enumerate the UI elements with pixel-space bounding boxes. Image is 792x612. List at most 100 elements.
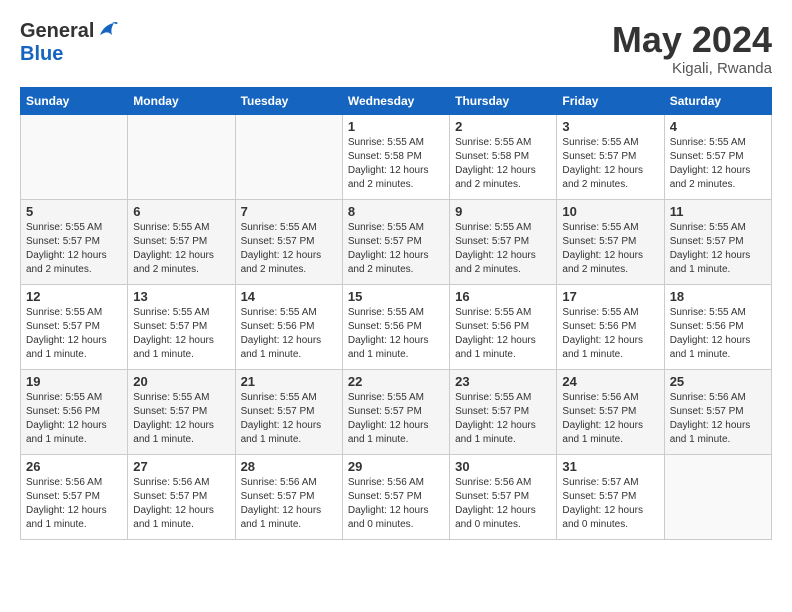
calendar-cell xyxy=(664,454,771,539)
calendar-cell: 20Sunrise: 5:55 AMSunset: 5:57 PMDayligh… xyxy=(128,369,235,454)
day-info: Sunrise: 5:55 AMSunset: 5:57 PMDaylight:… xyxy=(562,136,658,192)
calendar-cell: 7 Sunrise: 5:55 AMSunset: 5:57 PMDaylight… xyxy=(235,199,342,284)
day-number: 14 xyxy=(241,289,337,304)
col-saturday: Saturday xyxy=(664,87,771,114)
day-info: Sunrise: 5:55 AMSunset: 5:57 PMDaylight:… xyxy=(133,221,229,277)
calendar-cell: 21 Sunrise: 5:55 AMSunset: 5:57 PMDayligh… xyxy=(235,369,342,454)
day-number: 10 xyxy=(562,204,658,219)
day-info: Sunrise: 5:56 AMSunset: 5:57 PMDaylight:… xyxy=(455,476,551,532)
calendar-cell: 13Sunrise: 5:55 AMSunset: 5:57 PMDayligh… xyxy=(128,284,235,369)
month-title: May 2024 xyxy=(612,20,772,60)
calendar-header-row: Sunday Monday Tuesday Wednesday Thursday… xyxy=(21,87,772,114)
logo-general-text: General xyxy=(20,20,94,43)
day-info: Sunrise: 5:55 AMSunset: 5:56 PMDaylight:… xyxy=(670,306,766,362)
day-number: 5 xyxy=(26,204,122,219)
day-info: Sunrise: 5:55 AMSunset: 5:57 PMDaylight:… xyxy=(348,391,444,447)
col-friday: Friday xyxy=(557,87,664,114)
col-wednesday: Wednesday xyxy=(342,87,449,114)
day-number: 6 xyxy=(133,204,229,219)
day-info: Sunrise: 5:55 AMSunset: 5:57 PMDaylight:… xyxy=(670,221,766,277)
calendar-table: Sunday Monday Tuesday Wednesday Thursday… xyxy=(20,87,772,540)
day-number: 22 xyxy=(348,374,444,389)
calendar-cell: 17 Sunrise: 5:55 AMSunset: 5:56 PMDayligh… xyxy=(557,284,664,369)
calendar-week-3: 12Sunrise: 5:55 AMSunset: 5:57 PMDayligh… xyxy=(21,284,772,369)
day-info: Sunrise: 5:55 AMSunset: 5:57 PMDaylight:… xyxy=(670,136,766,192)
calendar-cell: 19Sunrise: 5:55 AMSunset: 5:56 PMDayligh… xyxy=(21,369,128,454)
calendar-cell xyxy=(235,114,342,199)
calendar-cell: 8 Sunrise: 5:55 AMSunset: 5:57 PMDaylight… xyxy=(342,199,449,284)
col-thursday: Thursday xyxy=(450,87,557,114)
calendar-week-2: 5 Sunrise: 5:55 AMSunset: 5:57 PMDaylight… xyxy=(21,199,772,284)
calendar-cell: 30 Sunrise: 5:56 AMSunset: 5:57 PMDayligh… xyxy=(450,454,557,539)
day-info: Sunrise: 5:55 AMSunset: 5:57 PMDaylight:… xyxy=(562,221,658,277)
calendar-cell: 9 Sunrise: 5:55 AMSunset: 5:57 PMDaylight… xyxy=(450,199,557,284)
day-info: Sunrise: 5:55 AMSunset: 5:56 PMDaylight:… xyxy=(455,306,551,362)
day-info: Sunrise: 5:57 AMSunset: 5:57 PMDaylight:… xyxy=(562,476,658,532)
logo-bird-icon xyxy=(96,21,118,39)
day-number: 3 xyxy=(562,119,658,134)
day-info: Sunrise: 5:56 AMSunset: 5:57 PMDaylight:… xyxy=(670,391,766,447)
day-number: 21 xyxy=(241,374,337,389)
col-sunday: Sunday xyxy=(21,87,128,114)
day-info: Sunrise: 5:55 AMSunset: 5:57 PMDaylight:… xyxy=(348,221,444,277)
day-info: Sunrise: 5:55 AMSunset: 5:56 PMDaylight:… xyxy=(241,306,337,362)
day-info: Sunrise: 5:56 AMSunset: 5:57 PMDaylight:… xyxy=(26,476,122,532)
day-number: 31 xyxy=(562,459,658,474)
day-info: Sunrise: 5:55 AMSunset: 5:56 PMDaylight:… xyxy=(348,306,444,362)
day-number: 4 xyxy=(670,119,766,134)
day-info: Sunrise: 5:55 AMSunset: 5:57 PMDaylight:… xyxy=(241,221,337,277)
day-number: 17 xyxy=(562,289,658,304)
calendar-cell: 15 Sunrise: 5:55 AMSunset: 5:56 PMDayligh… xyxy=(342,284,449,369)
calendar-cell: 16 Sunrise: 5:55 AMSunset: 5:56 PMDayligh… xyxy=(450,284,557,369)
day-number: 28 xyxy=(241,459,337,474)
calendar-week-4: 19Sunrise: 5:55 AMSunset: 5:56 PMDayligh… xyxy=(21,369,772,454)
calendar-cell: 1 Sunrise: 5:55 AMSunset: 5:58 PMDaylight… xyxy=(342,114,449,199)
calendar-cell: 24 Sunrise: 5:56 AMSunset: 5:57 PMDayligh… xyxy=(557,369,664,454)
calendar-cell: 5 Sunrise: 5:55 AMSunset: 5:57 PMDaylight… xyxy=(21,199,128,284)
calendar-cell: 12Sunrise: 5:55 AMSunset: 5:57 PMDayligh… xyxy=(21,284,128,369)
logo-blue-text: Blue xyxy=(20,43,63,65)
day-number: 30 xyxy=(455,459,551,474)
day-info: Sunrise: 5:55 AMSunset: 5:57 PMDaylight:… xyxy=(455,391,551,447)
calendar-cell: 14 Sunrise: 5:55 AMSunset: 5:56 PMDayligh… xyxy=(235,284,342,369)
calendar-cell: 2Sunrise: 5:55 AMSunset: 5:58 PMDaylight… xyxy=(450,114,557,199)
day-number: 18 xyxy=(670,289,766,304)
col-monday: Monday xyxy=(128,87,235,114)
day-info: Sunrise: 5:55 AMSunset: 5:57 PMDaylight:… xyxy=(26,306,122,362)
day-number: 27 xyxy=(133,459,229,474)
day-info: Sunrise: 5:55 AMSunset: 5:57 PMDaylight:… xyxy=(26,221,122,277)
day-number: 11 xyxy=(670,204,766,219)
day-info: Sunrise: 5:56 AMSunset: 5:57 PMDaylight:… xyxy=(241,476,337,532)
col-tuesday: Tuesday xyxy=(235,87,342,114)
location: Kigali, Rwanda xyxy=(612,60,772,77)
day-info: Sunrise: 5:56 AMSunset: 5:57 PMDaylight:… xyxy=(133,476,229,532)
day-number: 7 xyxy=(241,204,337,219)
calendar-cell: 11 Sunrise: 5:55 AMSunset: 5:57 PMDayligh… xyxy=(664,199,771,284)
day-info: Sunrise: 5:55 AMSunset: 5:57 PMDaylight:… xyxy=(241,391,337,447)
calendar-cell: 25 Sunrise: 5:56 AMSunset: 5:57 PMDayligh… xyxy=(664,369,771,454)
day-number: 15 xyxy=(348,289,444,304)
day-info: Sunrise: 5:56 AMSunset: 5:57 PMDaylight:… xyxy=(562,391,658,447)
day-number: 2 xyxy=(455,119,551,134)
calendar-cell xyxy=(21,114,128,199)
calendar-cell: 27 Sunrise: 5:56 AMSunset: 5:57 PMDayligh… xyxy=(128,454,235,539)
page-header: General Blue May 2024 Kigali, Rwanda xyxy=(20,20,772,77)
calendar-cell xyxy=(128,114,235,199)
day-number: 25 xyxy=(670,374,766,389)
calendar-cell: 18 Sunrise: 5:55 AMSunset: 5:56 PMDayligh… xyxy=(664,284,771,369)
calendar-week-1: 1 Sunrise: 5:55 AMSunset: 5:58 PMDaylight… xyxy=(21,114,772,199)
calendar-cell: 28 Sunrise: 5:56 AMSunset: 5:57 PMDayligh… xyxy=(235,454,342,539)
calendar-week-5: 26Sunrise: 5:56 AMSunset: 5:57 PMDayligh… xyxy=(21,454,772,539)
calendar-cell: 23Sunrise: 5:55 AMSunset: 5:57 PMDayligh… xyxy=(450,369,557,454)
day-info: Sunrise: 5:55 AMSunset: 5:56 PMDaylight:… xyxy=(562,306,658,362)
day-number: 24 xyxy=(562,374,658,389)
day-info: Sunrise: 5:55 AMSunset: 5:57 PMDaylight:… xyxy=(133,391,229,447)
calendar-cell: 31 Sunrise: 5:57 AMSunset: 5:57 PMDayligh… xyxy=(557,454,664,539)
day-info: Sunrise: 5:55 AMSunset: 5:58 PMDaylight:… xyxy=(348,136,444,192)
day-number: 16 xyxy=(455,289,551,304)
day-number: 8 xyxy=(348,204,444,219)
day-info: Sunrise: 5:55 AMSunset: 5:57 PMDaylight:… xyxy=(455,221,551,277)
day-info: Sunrise: 5:55 AMSunset: 5:57 PMDaylight:… xyxy=(133,306,229,362)
day-number: 1 xyxy=(348,119,444,134)
day-number: 9 xyxy=(455,204,551,219)
